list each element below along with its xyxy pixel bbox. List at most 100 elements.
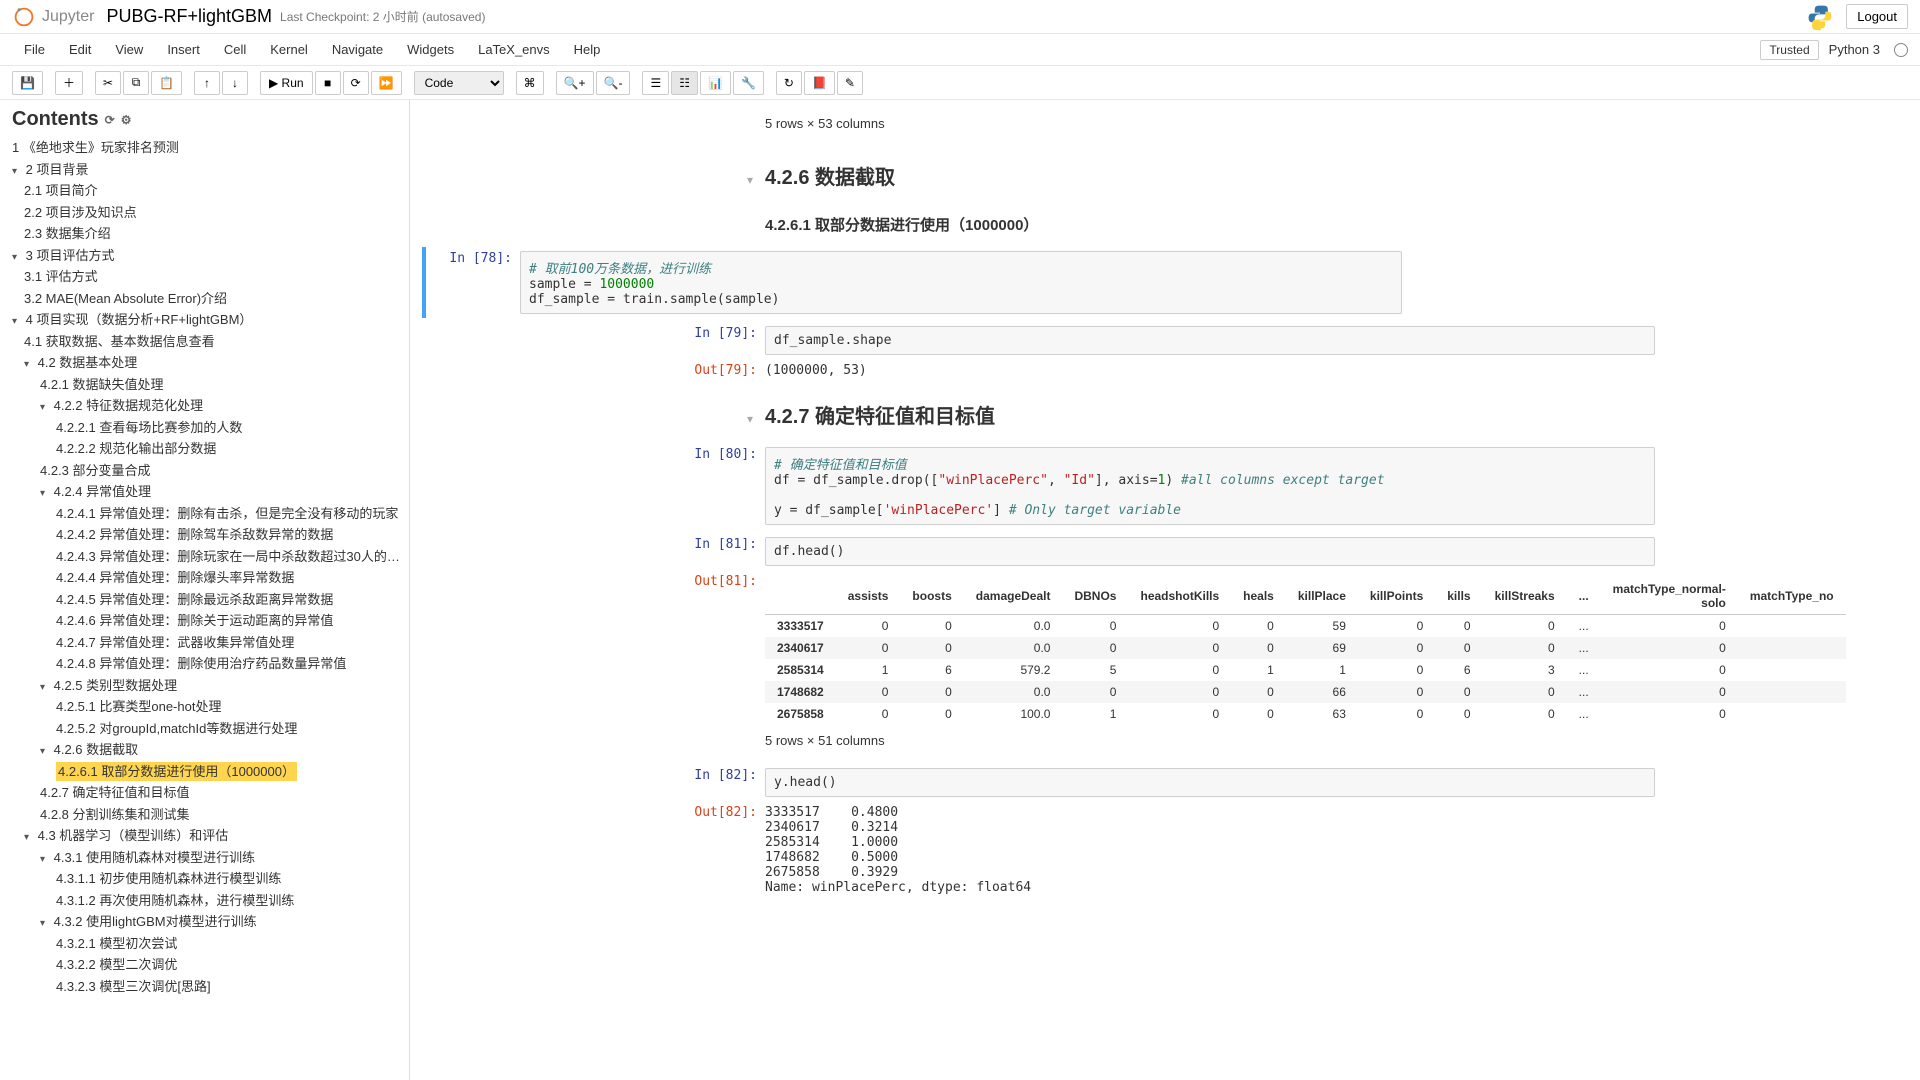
code-cell-81[interactable]: In [81]: df.head() Out[81]: assistsboost… bbox=[675, 533, 1655, 760]
code-cell-79[interactable]: In [79]: df_sample.shape Out[79]: (10000… bbox=[675, 322, 1655, 382]
table-row: 267585800100.010063000...0 bbox=[765, 703, 1846, 725]
toc-item[interactable]: 4.2.7 确定特征值和目标值 bbox=[40, 782, 405, 804]
toc-item[interactable]: 4.2.4.6 异常值处理：删除关于运动距离的异常值 bbox=[56, 610, 405, 632]
toc-item[interactable]: 4.3.2.1 模型初次尝试 bbox=[56, 933, 405, 955]
zoom-out-button[interactable]: 🔍- bbox=[596, 71, 631, 95]
toc-item[interactable]: ▾ 2 项目背景 bbox=[12, 159, 405, 181]
code-cell-80[interactable]: In [80]: # 确定特征值和目标值 df = df_sample.drop… bbox=[675, 443, 1655, 529]
command-palette-button[interactable]: ⌘ bbox=[516, 71, 544, 95]
menu-insert[interactable]: Insert bbox=[155, 36, 212, 63]
code-input[interactable]: df_sample.shape bbox=[765, 326, 1655, 355]
caret-icon: ▾ bbox=[40, 680, 50, 695]
toc-sidebar-button[interactable]: ☷ bbox=[671, 71, 698, 95]
trusted-indicator[interactable]: Trusted bbox=[1760, 40, 1818, 60]
toc-refresh-icon[interactable]: ⟳ bbox=[105, 113, 115, 127]
paste-button[interactable]: 📋 bbox=[151, 71, 182, 95]
menu-latex_envs[interactable]: LaTeX_envs bbox=[466, 36, 562, 63]
collapse-icon[interactable]: ▾ bbox=[675, 173, 765, 187]
toc-item[interactable]: 4.2.2.2 规范化输出部分数据 bbox=[56, 438, 405, 460]
code-input[interactable]: df.head() bbox=[765, 537, 1655, 566]
toc-item[interactable]: 4.3.2.3 模型三次调优[思路] bbox=[56, 976, 405, 998]
toc-item[interactable]: 4.3.1.1 初步使用随机森林进行模型训练 bbox=[56, 868, 405, 890]
rows-caption: 5 rows × 53 columns bbox=[765, 112, 1655, 135]
code-input[interactable]: # 确定特征值和目标值 df = df_sample.drop(["winPla… bbox=[765, 447, 1655, 525]
output-text: 3333517 0.4800 2340617 0.3214 2585314 1.… bbox=[765, 801, 1655, 899]
toc-item[interactable]: 4.2.1 数据缺失值处理 bbox=[40, 374, 405, 396]
toc-item[interactable]: 4.2.5.2 对groupId,matchId等数据进行处理 bbox=[56, 718, 405, 740]
toc-item[interactable]: 2.3 数据集介绍 bbox=[24, 223, 405, 245]
toc-item[interactable]: 4.2.4.1 异常值处理：删除有击杀，但是完全没有移动的玩家 bbox=[56, 503, 405, 525]
toc-item[interactable]: 4.2.4.3 异常值处理：删除玩家在一局中杀敌数超过30人的数据 bbox=[56, 546, 405, 568]
toc-item[interactable]: ▾ 4.2.4 异常值处理 bbox=[40, 481, 405, 503]
toc-item[interactable]: ▾ 4.3 机器学习（模型训练）和评估 bbox=[24, 825, 405, 847]
toc-settings-icon[interactable]: ⚙ bbox=[121, 113, 132, 127]
logout-button[interactable]: Logout bbox=[1846, 4, 1908, 29]
restart-run-button[interactable]: ⏩ bbox=[371, 71, 402, 95]
menu-view[interactable]: View bbox=[103, 36, 155, 63]
toc-item[interactable]: ▾ 4.3.1 使用随机森林对模型进行训练 bbox=[40, 847, 405, 869]
tools-button[interactable]: 🔧 bbox=[733, 71, 764, 95]
collapse-icon[interactable]: ▾ bbox=[675, 412, 765, 426]
book-button[interactable]: 📕 bbox=[804, 71, 835, 95]
toc-item[interactable]: ▾ 4.3.2 使用lightGBM对模型进行训练 bbox=[40, 911, 405, 933]
restart-button[interactable]: ⟳ bbox=[343, 71, 369, 95]
toc-item[interactable]: 3.1 评估方式 bbox=[24, 266, 405, 288]
code-input[interactable]: y.head() bbox=[765, 768, 1655, 797]
cell-type-select[interactable]: Code bbox=[414, 71, 504, 95]
cut-button[interactable]: ✂ bbox=[95, 71, 121, 95]
code-input[interactable]: # 取前100万条数据，进行训练 sample = 1000000 df_sam… bbox=[520, 251, 1402, 314]
save-button[interactable]: 💾 bbox=[12, 71, 43, 95]
zoom-in-button[interactable]: 🔍+ bbox=[556, 71, 594, 95]
menu-help[interactable]: Help bbox=[562, 36, 613, 63]
toc-item[interactable]: 4.3.1.2 再次使用随机森林，进行模型训练 bbox=[56, 890, 405, 912]
menu-widgets[interactable]: Widgets bbox=[395, 36, 466, 63]
caret-icon: ▾ bbox=[24, 830, 34, 845]
insert-cell-button[interactable]: ＋ bbox=[55, 71, 83, 95]
toc-item[interactable]: 4.2.4.4 异常值处理：删除爆头率异常数据 bbox=[56, 567, 405, 589]
move-down-button[interactable]: ↓ bbox=[222, 71, 248, 95]
menu-kernel[interactable]: Kernel bbox=[258, 36, 320, 63]
toc-item[interactable]: 4.2.2.1 查看每场比赛参加的人数 bbox=[56, 417, 405, 439]
jupyter-logo[interactable]: Jupyter bbox=[12, 5, 94, 29]
refresh-button[interactable]: ↻ bbox=[776, 71, 802, 95]
edit-button[interactable]: ✎ bbox=[837, 71, 863, 95]
notebook-content[interactable]: 5 rows × 53 columns ▾4.2.6 数据截取 4.2.6.1 … bbox=[410, 100, 1920, 1080]
code-cell-78[interactable]: In [78]: # 取前100万条数据，进行训练 sample = 10000… bbox=[422, 247, 1402, 318]
table-row: 258531416579.25011063...0 bbox=[765, 659, 1846, 681]
toc-item[interactable]: 4.2.4.2 异常值处理：删除驾车杀敌数异常的数据 bbox=[56, 524, 405, 546]
toc-item[interactable]: ▾ 4.2 数据基本处理 bbox=[24, 352, 405, 374]
toc-toggle-button[interactable]: ☰ bbox=[642, 71, 669, 95]
interrupt-button[interactable]: ■ bbox=[315, 71, 341, 95]
table-header: ... bbox=[1567, 578, 1601, 615]
toc-item[interactable]: 2.2 项目涉及知识点 bbox=[24, 202, 405, 224]
variable-button[interactable]: 📊 bbox=[700, 71, 731, 95]
menu-file[interactable]: File bbox=[12, 36, 57, 63]
menu-edit[interactable]: Edit bbox=[57, 36, 103, 63]
toc-item[interactable]: 3.2 MAE(Mean Absolute Error)介绍 bbox=[24, 288, 405, 310]
toc-item[interactable]: 4.1 获取数据、基本数据信息查看 bbox=[24, 331, 405, 353]
toc-item[interactable]: 4.2.3 部分变量合成 bbox=[40, 460, 405, 482]
toc-item[interactable]: 4.2.4.7 异常值处理：武器收集异常值处理 bbox=[56, 632, 405, 654]
toc-item[interactable]: 4.2.4.8 异常值处理：删除使用治疗药品数量异常值 bbox=[56, 653, 405, 675]
toc-item[interactable]: 4.2.8 分割训练集和测试集 bbox=[40, 804, 405, 826]
copy-button[interactable]: ⧉ bbox=[123, 71, 149, 95]
run-button[interactable]: ▶ Run bbox=[260, 71, 313, 95]
in-prompt: In [82]: bbox=[675, 764, 765, 801]
toc-item[interactable]: 2.1 项目简介 bbox=[24, 180, 405, 202]
table-header: kills bbox=[1435, 578, 1482, 615]
toc-item[interactable]: 4.2.6.1 取部分数据进行使用（1000000） bbox=[56, 761, 405, 783]
menu-cell[interactable]: Cell bbox=[212, 36, 258, 63]
toc-item[interactable]: ▾ 4.2.6 数据截取 bbox=[40, 739, 405, 761]
move-up-button[interactable]: ↑ bbox=[194, 71, 220, 95]
toc-item[interactable]: 4.2.5.1 比赛类型one-hot处理 bbox=[56, 696, 405, 718]
toc-item[interactable]: ▾ 4.2.5 类别型数据处理 bbox=[40, 675, 405, 697]
toc-item[interactable]: ▾ 3 项目评估方式 bbox=[12, 245, 405, 267]
menu-navigate[interactable]: Navigate bbox=[320, 36, 395, 63]
toc-item[interactable]: 4.2.4.5 异常值处理：删除最远杀敌距离异常数据 bbox=[56, 589, 405, 611]
toc-item[interactable]: ▾ 4 项目实现（数据分析+RF+lightGBM） bbox=[12, 309, 405, 331]
code-cell-82[interactable]: In [82]: y.head() Out[82]: 3333517 0.480… bbox=[675, 764, 1655, 899]
notebook-name[interactable]: PUBG-RF+lightGBM bbox=[106, 6, 272, 27]
toc-item[interactable]: 4.3.2.2 模型二次调优 bbox=[56, 954, 405, 976]
toc-item[interactable]: ▾ 4.2.2 特征数据规范化处理 bbox=[40, 395, 405, 417]
toc-item[interactable]: 1 《绝地求生》玩家排名预测 bbox=[12, 137, 405, 159]
